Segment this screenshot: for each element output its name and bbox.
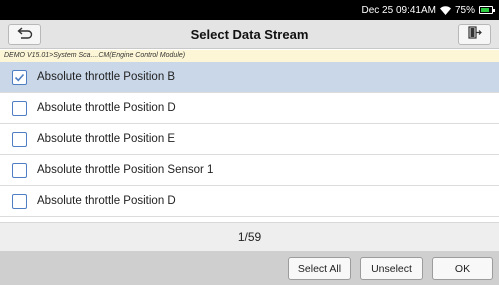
list-item-label: Absolute throttle Position B (37, 71, 176, 83)
battery-percent: 75% (454, 4, 475, 16)
list-item-label: Absolute throttle Position Sensor 1 (37, 164, 214, 176)
exit-button[interactable] (458, 24, 491, 45)
list-item[interactable]: Absolute throttle Position E (0, 124, 499, 155)
screen: Dec 25 09:41AM 75% Select Data Stream DE… (0, 0, 499, 285)
list-item[interactable]: Absolute throttle Position D (0, 186, 499, 217)
data-stream-list: Absolute throttle Position B Absolute th… (0, 62, 499, 217)
back-arrow-icon (16, 26, 33, 44)
title-bar: Select Data Stream (0, 20, 499, 49)
status-datetime: Dec 25 09:41AM (361, 4, 436, 16)
page-number: 1/59 (237, 230, 262, 244)
checkbox[interactable] (12, 100, 27, 116)
wifi-icon (439, 5, 451, 15)
list-item[interactable]: Absolute throttle Position Sensor 1 (0, 155, 499, 186)
bottom-toolbar: Select All Unselect OK (0, 251, 499, 285)
list-item-label: Absolute throttle Position D (37, 195, 176, 207)
unselect-button[interactable]: Unselect (360, 257, 423, 280)
exit-icon (467, 25, 482, 44)
checkmark-icon (14, 73, 25, 81)
status-bar: Dec 25 09:41AM 75% (0, 0, 499, 20)
checkbox[interactable] (12, 162, 27, 178)
back-button[interactable] (8, 24, 41, 45)
page-indicator: 1/59 (0, 222, 499, 251)
page-title: Select Data Stream (190, 26, 309, 42)
checkbox[interactable] (12, 69, 27, 85)
breadcrumb: DEMO V15.01>System Sca....CM(Engine Cont… (0, 50, 499, 62)
list-item[interactable]: Absolute throttle Position B (0, 62, 499, 93)
checkbox[interactable] (12, 131, 27, 147)
battery-icon (479, 6, 495, 14)
list-item[interactable]: Absolute throttle Position D (0, 93, 499, 124)
checkbox[interactable] (12, 193, 27, 209)
select-all-button[interactable]: Select All (288, 257, 351, 280)
list-item-label: Absolute throttle Position D (37, 102, 176, 114)
ok-button[interactable]: OK (432, 257, 493, 280)
list-item-label: Absolute throttle Position E (37, 133, 176, 145)
